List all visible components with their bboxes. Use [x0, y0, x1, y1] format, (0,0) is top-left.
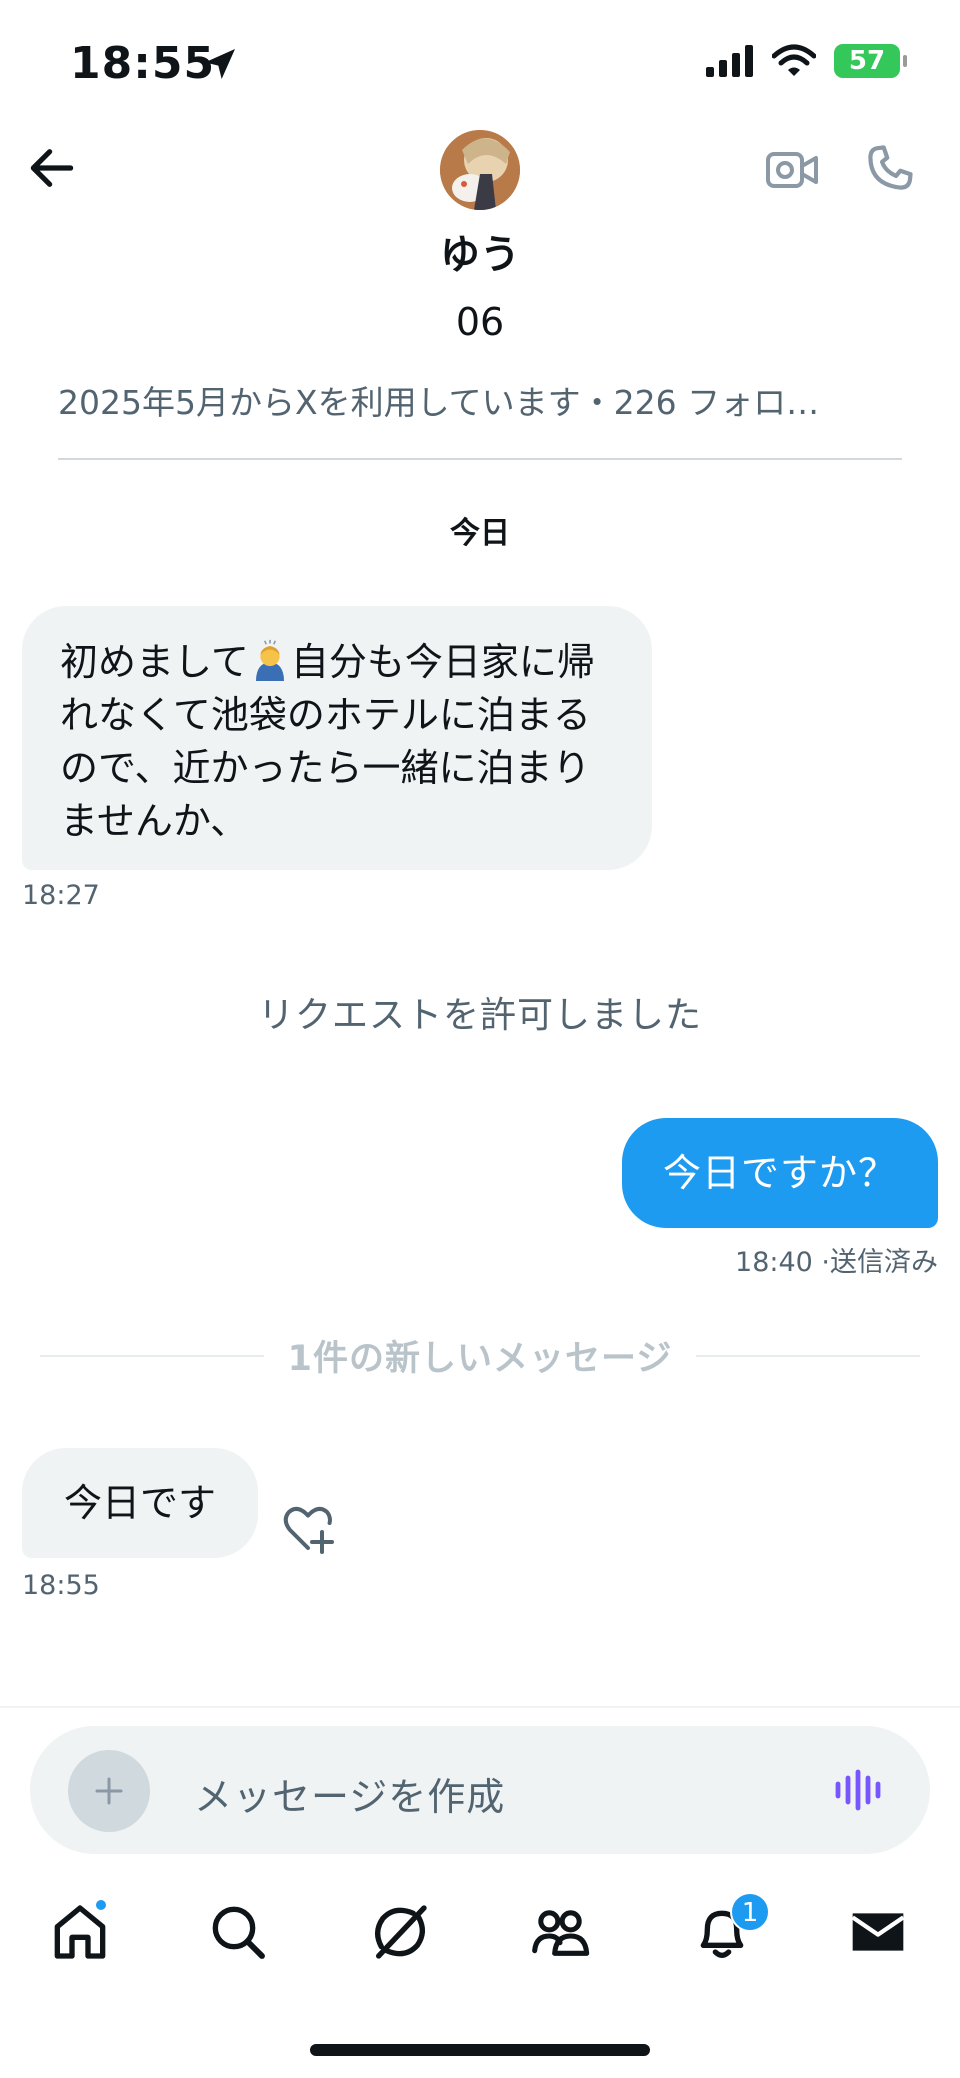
status-icons: 57 — [706, 44, 907, 78]
communities-icon[interactable] — [528, 1900, 592, 1964]
composer-divider — [0, 1706, 960, 1708]
separator-line-right — [696, 1355, 920, 1357]
back-arrow-icon[interactable] — [24, 140, 80, 196]
message-bubble-incoming[interactable]: 初めまして 自分も今日家に帰れなくて池袋のホテルに泊まるので、近かったら一緒に泊ま… — [22, 606, 652, 870]
notification-count-badge: 1 — [730, 1892, 770, 1932]
message-text: 今日です — [63, 1481, 216, 1525]
system-notice: リクエストを許可しました — [257, 995, 702, 1036]
battery-indicator: 57 — [834, 44, 907, 78]
message-input[interactable]: メッセージを作成 — [194, 1766, 505, 1821]
message-timestamp: 18:55 — [22, 1570, 100, 1601]
message-text: 今日ですか？ — [662, 1151, 897, 1195]
voice-message-icon[interactable] — [834, 1766, 886, 1814]
avatar[interactable] — [440, 130, 520, 210]
profile-meta: 2025年5月からXを利用しています・226 フォロ… — [58, 383, 820, 422]
message-bubble-outgoing[interactable]: 今日ですか？ — [622, 1118, 938, 1228]
avatar-illustration — [440, 130, 520, 210]
home-indicator — [310, 2044, 650, 2056]
profile-name[interactable]: ゆう — [0, 222, 960, 280]
messages-envelope-icon[interactable] — [846, 1900, 910, 1964]
video-call-icon[interactable] — [764, 144, 820, 196]
signal-icon — [706, 45, 753, 77]
status-time: 18:55 — [70, 38, 216, 89]
grok-icon[interactable] — [368, 1900, 432, 1964]
message-bubble-incoming[interactable]: 今日です — [22, 1448, 258, 1558]
phone-call-icon[interactable] — [862, 140, 918, 196]
battery-level: 57 — [848, 46, 886, 76]
new-messages-label: 1件の新しいメッセージ — [287, 1339, 673, 1379]
message-timestamp: 18:40 ·送信済み — [735, 1247, 938, 1278]
profile-handle: 06 — [455, 300, 505, 344]
wifi-icon — [772, 44, 816, 76]
location-arrow-icon — [205, 49, 235, 79]
separator-line-left — [40, 1355, 264, 1357]
attach-button[interactable] — [68, 1750, 150, 1832]
message-timestamp: 18:27 — [22, 880, 100, 911]
search-icon[interactable] — [206, 1900, 270, 1964]
bowing-person-emoji-icon — [255, 639, 284, 681]
day-separator: 今日 — [450, 516, 510, 551]
header-divider — [58, 458, 902, 460]
home-unread-dot — [94, 1898, 108, 1912]
message-text: 初めまして — [60, 640, 249, 684]
add-reaction-heart-icon[interactable] — [280, 1500, 336, 1556]
plus-icon — [95, 1777, 123, 1805]
